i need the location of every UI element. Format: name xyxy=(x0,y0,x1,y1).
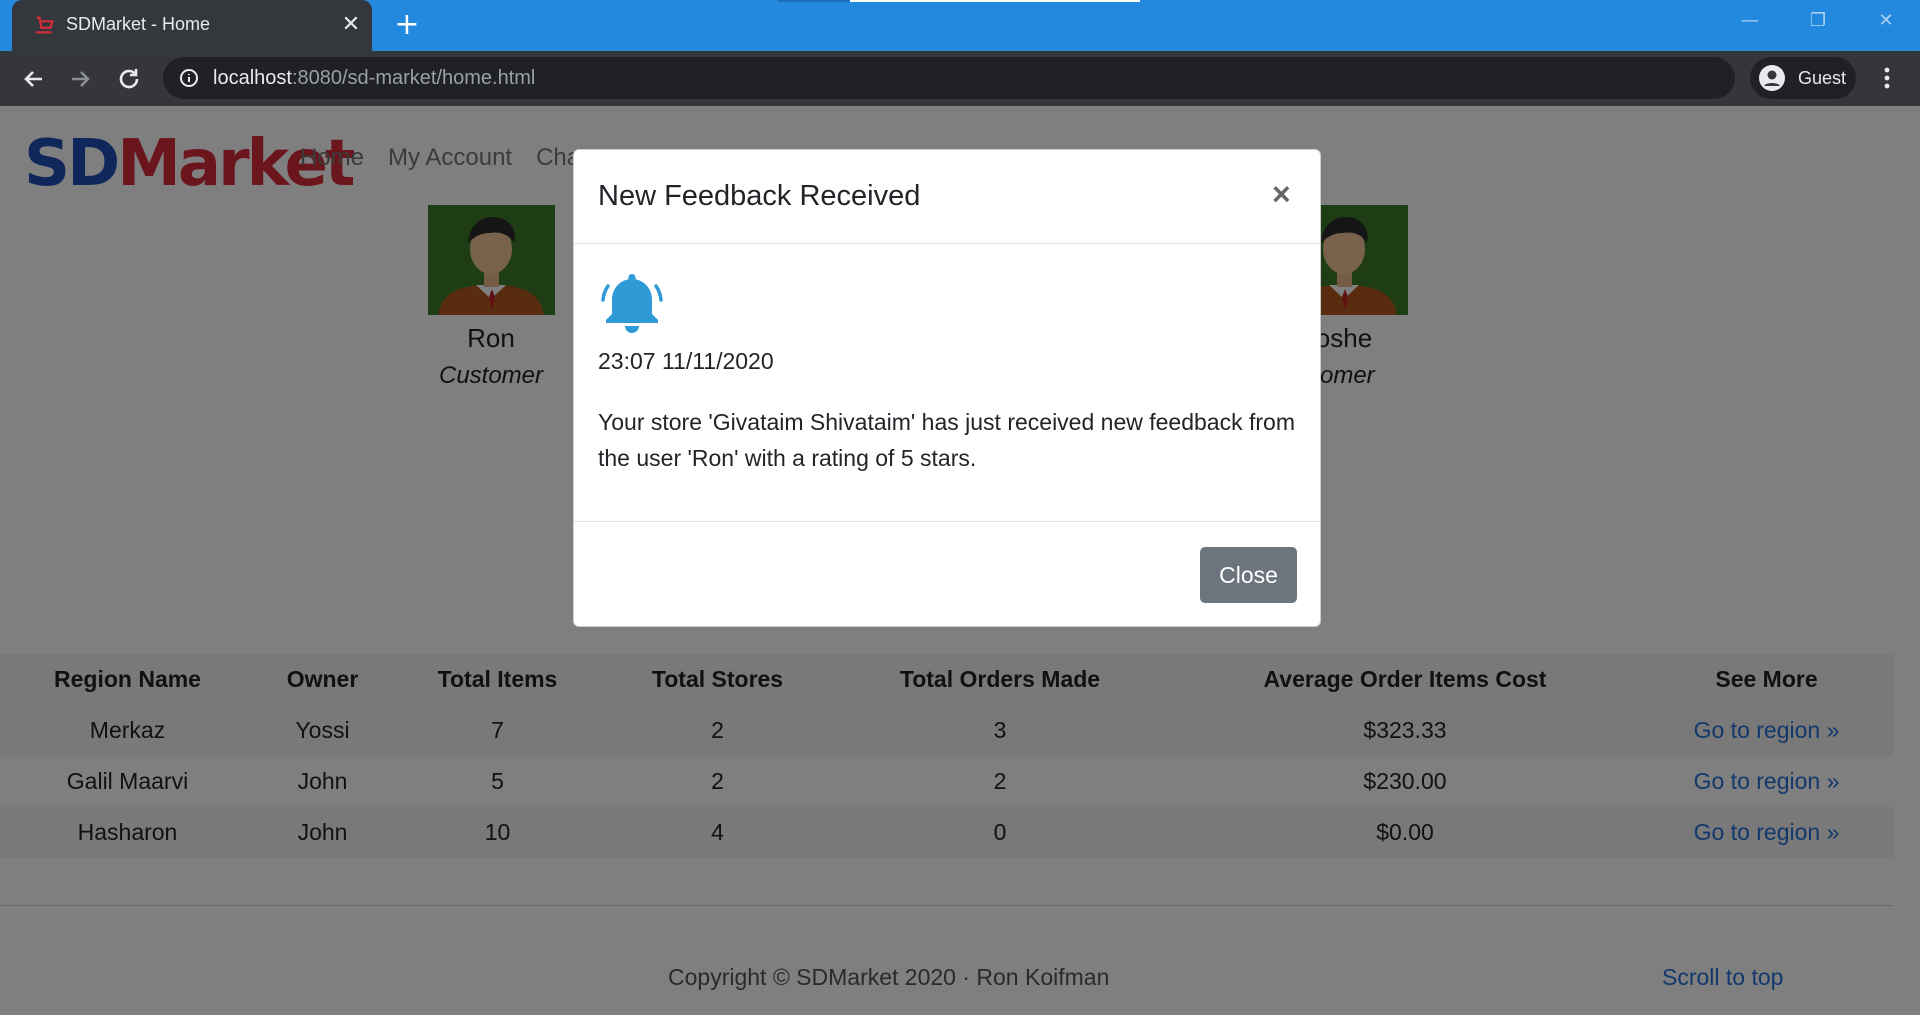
browser-tab[interactable]: SDMarket - Home ✕ xyxy=(12,0,372,51)
back-icon[interactable] xyxy=(18,64,48,94)
reload-icon[interactable] xyxy=(114,64,144,94)
modal-footer: Close xyxy=(574,522,1320,627)
more-vert-icon[interactable] xyxy=(1872,63,1902,93)
bell-icon xyxy=(601,274,663,333)
browser-titlebar: SDMarket - Home ✕ + — ❐ ✕ xyxy=(0,0,1920,51)
restore-icon[interactable]: ❐ xyxy=(1788,6,1848,36)
modal-header: New Feedback Received × xyxy=(574,150,1320,244)
url-text: localhost:8080/sd-market/home.html xyxy=(213,67,535,90)
minimize-icon[interactable]: — xyxy=(1720,6,1780,36)
modal-title: New Feedback Received xyxy=(598,180,921,212)
url-host: localhost xyxy=(213,67,292,89)
close-icon[interactable]: × xyxy=(1272,178,1291,210)
tab-close-icon[interactable]: ✕ xyxy=(338,10,364,40)
window-close-icon[interactable]: ✕ xyxy=(1856,6,1916,36)
address-bar[interactable]: localhost:8080/sd-market/home.html xyxy=(163,57,1735,99)
loading-indicator-track xyxy=(850,0,1140,2)
account-icon xyxy=(1759,65,1785,91)
new-tab-icon[interactable]: + xyxy=(390,8,424,42)
tab-title: SDMarket - Home xyxy=(66,14,211,34)
url-path: :8080/sd-market/home.html xyxy=(291,67,536,89)
close-button[interactable]: Close xyxy=(1200,547,1297,603)
profile-button[interactable]: Guest xyxy=(1750,57,1856,99)
loading-indicator xyxy=(778,0,850,2)
cart-icon xyxy=(35,16,54,34)
modal-body: 23:07 11/11/2020 Your store 'Givataim Sh… xyxy=(574,244,1320,522)
browser-toolbar: localhost:8080/sd-market/home.html Guest xyxy=(0,51,1920,106)
notification-time: 23:07 11/11/2020 xyxy=(598,348,774,374)
feedback-modal: New Feedback Received × 23:07 11/11/2020… xyxy=(573,149,1321,627)
info-icon[interactable] xyxy=(179,68,199,88)
profile-label: Guest xyxy=(1798,68,1847,88)
notification-message: Your store 'Givataim Shivataim' has just… xyxy=(598,409,1295,471)
forward-icon[interactable] xyxy=(66,64,96,94)
